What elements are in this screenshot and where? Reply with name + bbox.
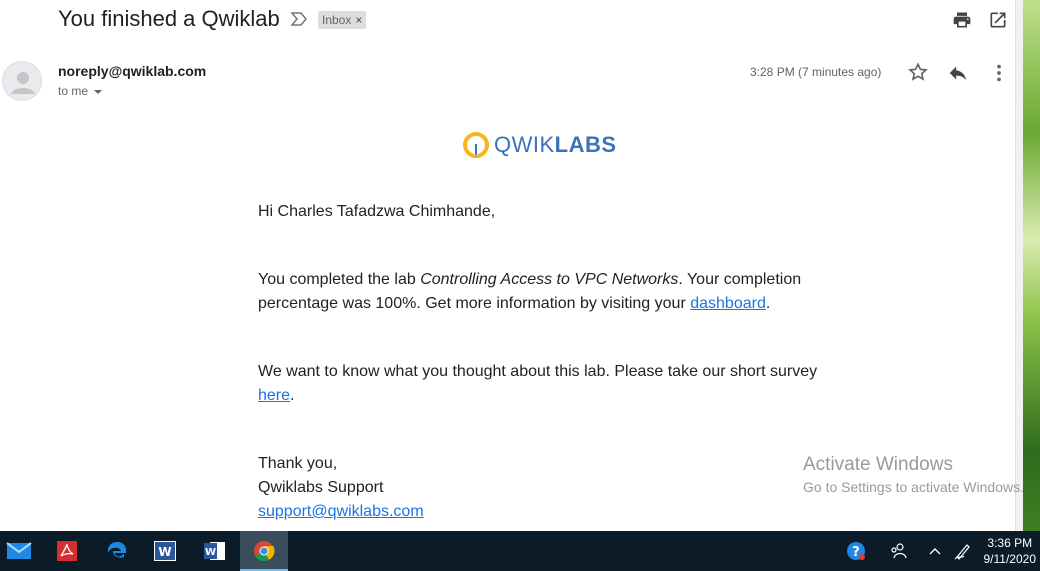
completion-paragraph: You completed the lab Controlling Access… [258,268,838,316]
closing-text: Thank you, [258,455,338,472]
inbox-label-chip: Inbox × [318,11,367,29]
logo-text-bold: LABS [554,132,617,157]
inbox-label-text: Inbox [322,13,352,27]
activate-windows-watermark: Activate Windows Go to Settings to activ… [803,454,1024,495]
email-subject: You finished a Qwiklab [58,6,280,31]
print-icon[interactable] [952,10,972,30]
support-email-link[interactable]: support@qwiklabs.com [258,503,424,520]
svg-text:?: ? [852,545,860,560]
people-icon[interactable] [889,541,909,561]
default-avatar-icon [11,72,35,94]
qwiklabs-logo-text: QWIKLABS [494,132,617,158]
chrome-icon [254,541,275,562]
logo-text-light: QWIK [494,132,555,157]
edge-icon [107,542,127,558]
email-view: You finished a Qwiklab Inbox × noreply@qw… [0,0,1023,531]
sender-avatar[interactable] [2,61,42,101]
desktop-background-strip [1023,0,1040,531]
signature-name: Qwiklabs Support [258,479,384,496]
more-options-icon[interactable] [988,62,1010,84]
survey-link[interactable]: here [258,387,290,404]
qwiklabs-logo-mark-icon [463,132,489,158]
p1-text-end: . [765,295,771,312]
importance-marker-icon[interactable] [290,11,308,27]
pen-icon[interactable] [953,541,973,561]
word-app-button-2[interactable]: W [190,531,238,571]
acrobat-app-button[interactable] [43,531,91,571]
qwiklabs-logo: QWIKLABS [462,131,617,159]
windows-taskbar: W W ? 3:36 PM 9/11/2020 [0,531,1040,571]
reply-icon[interactable] [947,62,969,84]
survey-paragraph: We want to know what you thought about t… [258,360,838,408]
lab-name: Controlling Access to VPC Networks [420,271,679,288]
dropdown-caret-icon [94,89,103,94]
recipient-details-toggle[interactable]: to me [58,84,103,98]
chrome-app-button[interactable] [240,531,288,571]
clock-date: 9/11/2020 [983,552,1037,566]
p1-text-before: You completed the lab [258,271,421,288]
mail-icon [6,542,32,559]
clock-time: 3:36 PM [987,536,1033,550]
chevron-up-icon[interactable] [925,541,945,561]
window-scroll-edge [1015,0,1023,531]
watermark-title: Activate Windows [803,454,953,475]
word-app-button-1[interactable]: W [141,531,189,571]
p2-text-before: We want to know what you thought about t… [258,363,818,380]
greeting: Hi Charles Tafadzwa Chimhande, [258,203,496,220]
taskbar-clock[interactable]: 3:36 PM 9/11/2020 [984,535,1037,567]
remove-label-icon[interactable]: × [355,13,362,27]
email-timestamp: 3:28 PM (7 minutes ago) [750,65,882,79]
edge-app-button[interactable] [93,531,141,571]
svg-text:W: W [205,547,216,558]
star-icon[interactable] [907,61,929,83]
p2-text-end: . [290,387,295,404]
mail-app-button[interactable] [0,531,43,571]
open-in-new-window-icon[interactable] [988,10,1008,30]
word-icon: W [204,542,225,560]
help-icon[interactable]: ? [846,541,866,561]
word-icon: W [154,541,176,561]
acrobat-icon [57,541,77,561]
watermark-subtitle: Go to Settings to activate Windows. [803,479,1024,495]
recipient-label: to me [58,84,89,98]
dashboard-link[interactable]: dashboard [690,295,766,312]
signature-block: Thank you, Qwiklabs Support support@qwik… [258,452,838,524]
svg-text:W: W [158,545,171,559]
sender-email[interactable]: noreply@qwiklab.com [58,63,206,79]
